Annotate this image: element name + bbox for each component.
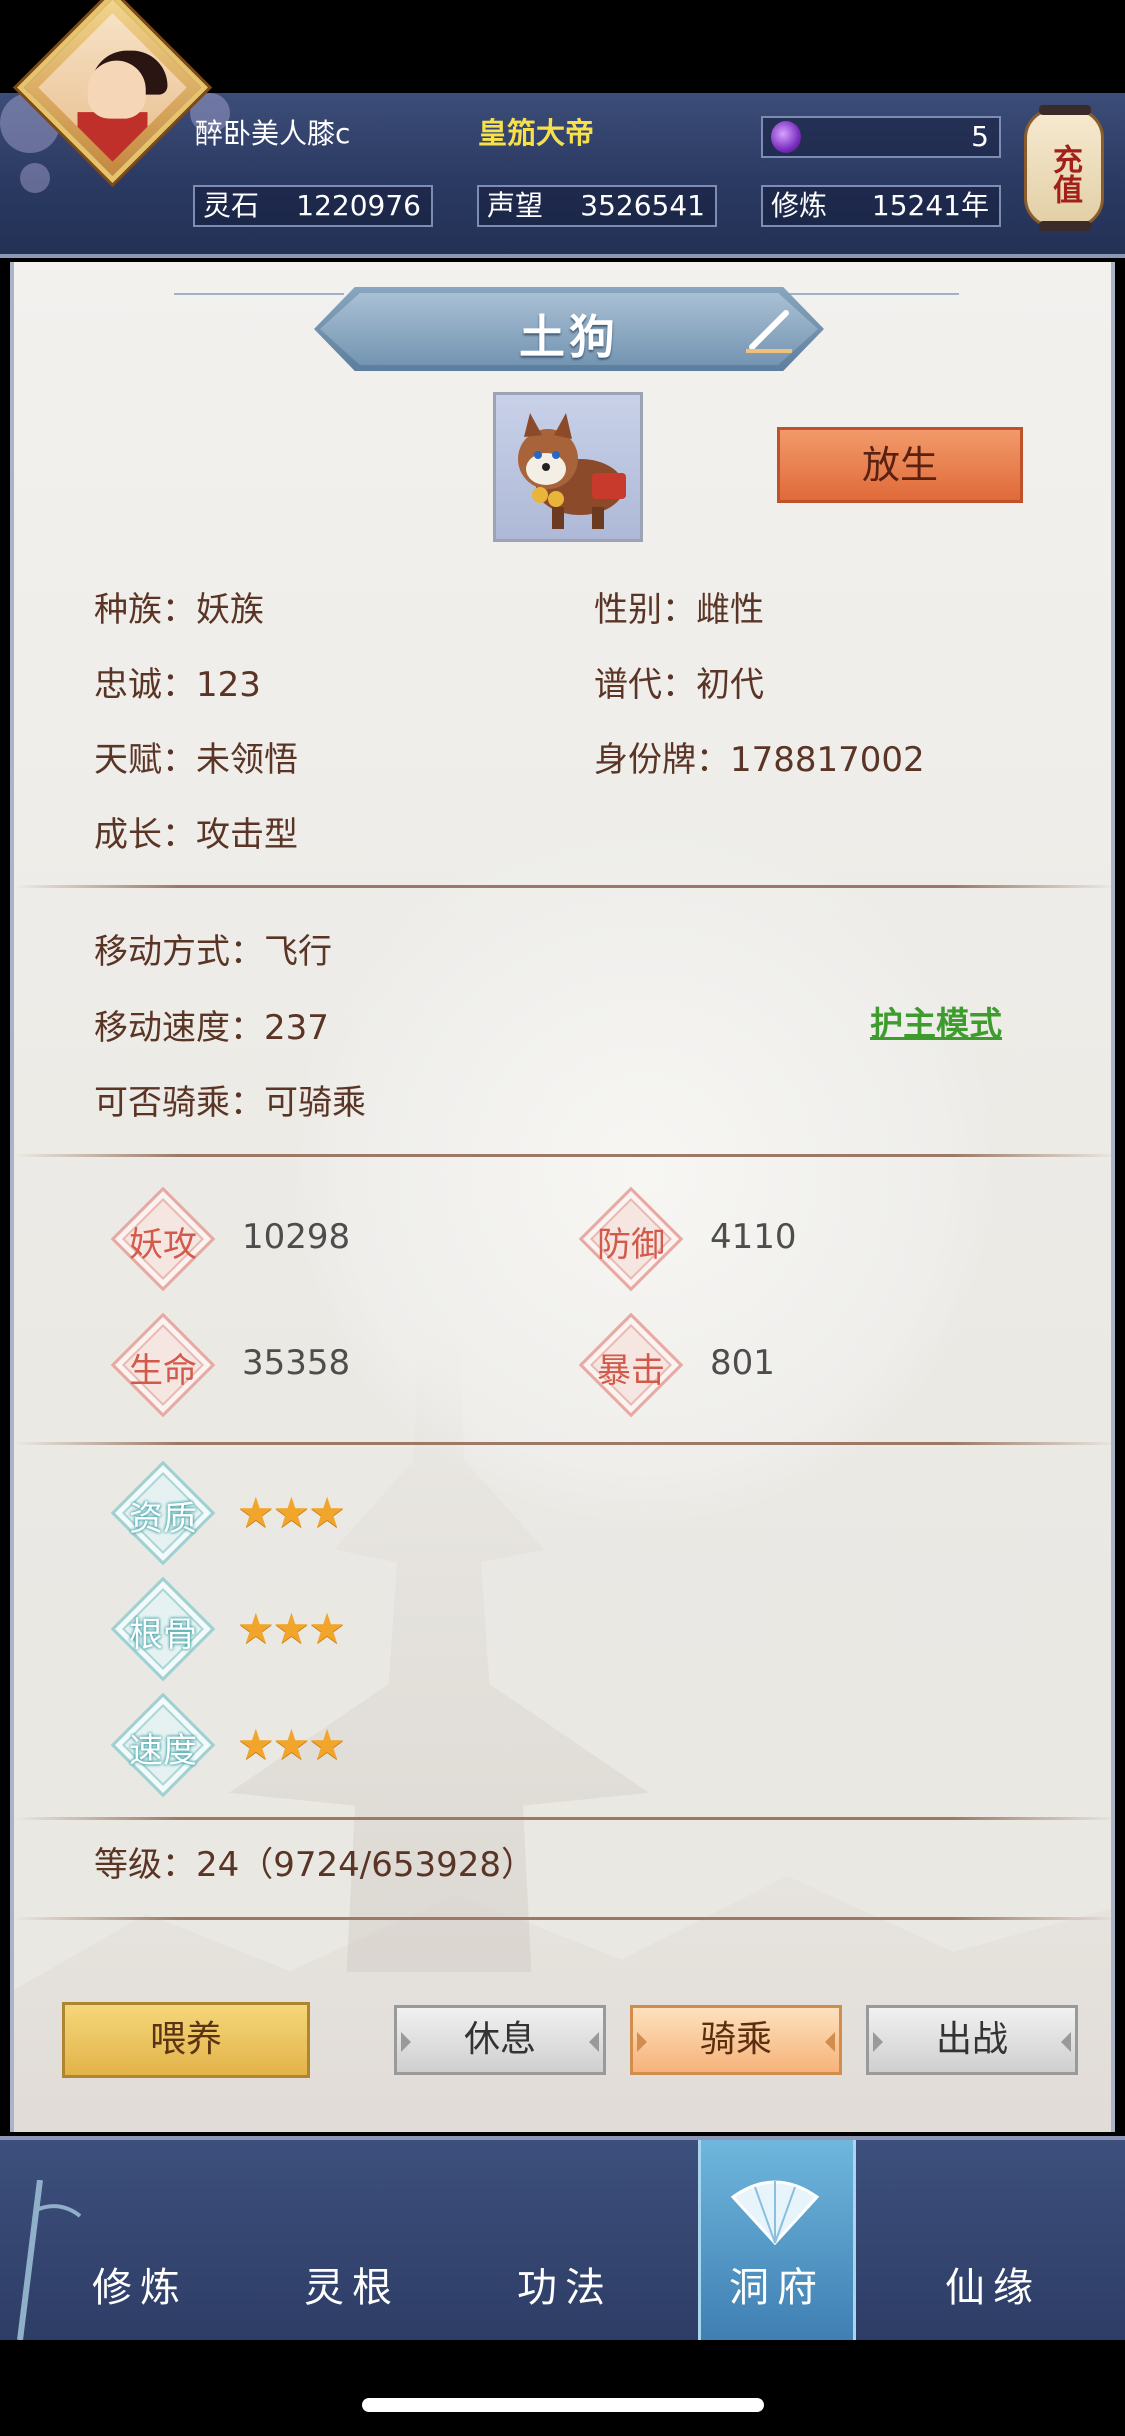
nav-item-cave-dwelling[interactable]: 洞府 — [698, 2140, 856, 2340]
moon-backdrop — [294, 822, 994, 1522]
attack-value: 10298 — [242, 1217, 351, 1257]
release-button[interactable]: 放生 — [777, 427, 1023, 503]
home-indicator[interactable] — [362, 2398, 764, 2412]
gender-info: 性别：雌性 — [594, 590, 764, 630]
rest-label: 休息 — [463, 2019, 536, 2060]
cultivation-label: 修炼 — [771, 189, 828, 222]
bone-stars: ★★★ — [237, 1604, 346, 1653]
rideable-info: 可否骑乘：可骑乘 — [94, 1083, 366, 1123]
ride-button[interactable]: 骑乘 — [630, 2005, 842, 2075]
crit-label: 暴击 — [597, 1351, 665, 1391]
section-divider — [14, 1817, 1111, 1820]
gem-counter[interactable]: 5 — [761, 116, 1001, 158]
feed-button[interactable]: 喂养 — [62, 2002, 310, 2078]
section-divider — [14, 885, 1111, 888]
generation-info: 谱代：初代 — [594, 665, 764, 705]
gem-value: 5 — [971, 120, 989, 153]
ride-label: 骑乘 — [699, 2019, 772, 2060]
pet-portrait — [493, 392, 643, 542]
growth-info: 成长：攻击型 — [94, 815, 298, 855]
section-divider — [14, 1154, 1111, 1157]
level-info: 等级：24（9724/653928） — [94, 1845, 536, 1885]
bone-label: 根骨 — [129, 1615, 197, 1655]
nav-item-technique[interactable]: 功法 — [465, 2140, 665, 2340]
nav-label: 灵根 — [304, 2265, 400, 2311]
quality-label: 资质 — [129, 1499, 197, 1539]
quality-stars: ★★★ — [237, 1488, 346, 1537]
pet-name-banner: 土狗 — [314, 287, 824, 371]
cultivation-value: 15241年 — [871, 189, 989, 222]
attack-label: 妖攻 — [129, 1225, 197, 1265]
player-title: 皇笳大帝 — [478, 116, 595, 150]
nav-label: 功法 — [517, 2265, 613, 2311]
defense-value: 4110 — [710, 1217, 797, 1257]
battle-label: 出战 — [935, 2019, 1008, 2060]
guard-mode-link[interactable]: 护主模式 — [870, 997, 1002, 1045]
crit-value: 801 — [710, 1343, 775, 1383]
nav-label: 修炼 — [92, 2265, 188, 2311]
blossom-decor — [20, 163, 50, 193]
pet-detail-panel: 土狗 放生 种族：妖族 性别：雌性 忠诚：123 谱代：初代 天赋：未领悟 身份… — [10, 262, 1115, 2132]
edit-name-icon[interactable] — [742, 309, 796, 355]
bottom-nav: 修炼 灵根 功法 洞府 仙缘 — [0, 2136, 1125, 2340]
move-mode-info: 移动方式：飞行 — [94, 932, 332, 972]
cultivation-counter: 修炼 15241年 — [761, 185, 1001, 227]
section-divider — [14, 1917, 1111, 1920]
purple-gem-icon — [771, 121, 801, 153]
section-divider — [14, 1442, 1111, 1445]
defense-label: 防御 — [597, 1225, 665, 1265]
loyalty-info: 忠诚：123 — [94, 665, 261, 705]
player-name: 醉卧美人膝c — [195, 117, 351, 150]
rest-button[interactable]: 休息 — [394, 2005, 606, 2075]
fame-counter: 声望 3526541 — [477, 185, 717, 227]
id-tag-info: 身份牌：178817002 — [594, 740, 925, 780]
fame-value: 3526541 — [580, 189, 705, 222]
dog-icon — [518, 413, 626, 529]
nav-label: 仙缘 — [945, 2265, 1041, 2311]
fame-label: 声望 — [487, 189, 544, 222]
spirit-stone-value: 1220976 — [296, 189, 421, 222]
speed-stars: ★★★ — [237, 1720, 346, 1769]
spirit-stone-counter: 灵石 1220976 — [193, 185, 433, 227]
move-speed-info: 移动速度：237 — [94, 1008, 329, 1048]
race-info: 种族：妖族 — [94, 590, 264, 630]
hp-label: 生命 — [129, 1351, 197, 1391]
fan-icon — [730, 2180, 820, 2245]
nav-label: 洞府 — [729, 2265, 825, 2311]
nav-item-cultivation[interactable]: 修炼 — [40, 2140, 240, 2340]
speed-label: 速度 — [129, 1731, 197, 1771]
spirit-stone-label: 灵石 — [203, 189, 260, 222]
talent-info: 天赋：未领悟 — [94, 740, 298, 780]
battle-button[interactable]: 出战 — [866, 2005, 1078, 2075]
nav-item-destiny[interactable]: 仙缘 — [893, 2140, 1093, 2340]
hp-value: 35358 — [242, 1343, 351, 1383]
recharge-button[interactable]: 充值 — [1024, 105, 1104, 231]
nav-item-spirit-root[interactable]: 灵根 — [252, 2140, 452, 2340]
